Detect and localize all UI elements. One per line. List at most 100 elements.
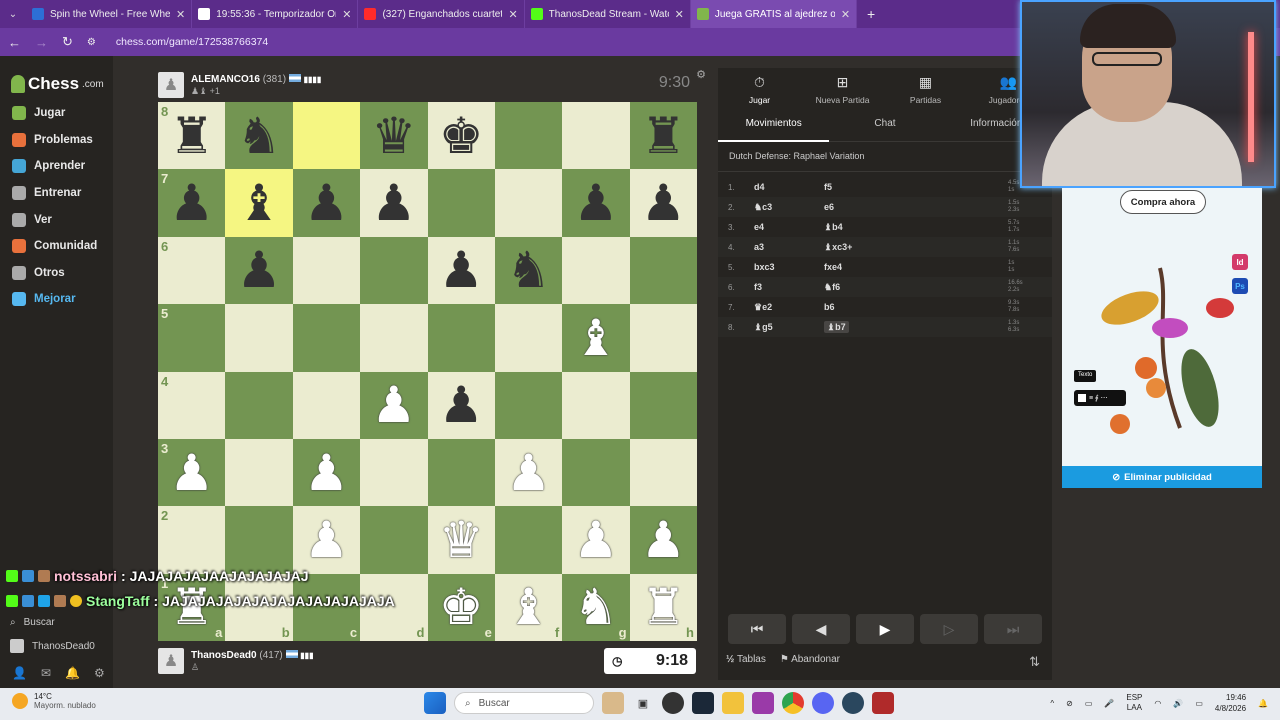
white-bishop-piece[interactable]: ♝ <box>574 313 619 363</box>
url-text[interactable]: chess.com/game/172538766374 <box>116 36 268 48</box>
square-e3[interactable] <box>427 438 495 507</box>
friends-icon[interactable]: 👤 <box>12 666 27 680</box>
sidebar-item-mejorar[interactable]: Mejorar <box>0 286 113 313</box>
browser-tab[interactable]: Juega GRATIS al ajedrez on ✕ <box>690 0 858 28</box>
tab-nueva-partida[interactable]: ⊞ Nueva Partida <box>801 68 884 110</box>
square-h4[interactable] <box>629 371 697 439</box>
battery-icon[interactable]: ▭ <box>1195 699 1203 708</box>
clock[interactable]: 19:46 4/8/2026 <box>1215 692 1246 714</box>
white-rook-piece[interactable]: ♜ <box>641 582 686 632</box>
white-knight-piece[interactable]: ♞ <box>574 582 619 632</box>
white-pawn-piece[interactable]: ♟ <box>506 448 551 498</box>
square-f8[interactable] <box>494 102 563 170</box>
close-tab-icon[interactable]: ✕ <box>508 8 517 21</box>
square-g2[interactable]: ♟ <box>562 506 630 574</box>
new-tab-button[interactable]: + <box>857 6 885 22</box>
square-h2[interactable]: ♟ <box>629 506 697 574</box>
black-queen-piece[interactable]: ♛ <box>371 111 416 161</box>
square-e6[interactable]: ♟ <box>427 236 495 305</box>
black-pawn-piece[interactable]: ♟ <box>439 245 484 295</box>
square-c8[interactable] <box>292 102 361 170</box>
black-pawn-piece[interactable]: ♟ <box>371 178 416 228</box>
chess-board[interactable]: 8 ♜ ♞ ♛ ♚ ♜ 7 ♟ ♝ ♟ ♟ ♟ ♟ 6 ♟ ♟ ♞ 5 ♝ 4 ♟ ♟ 3 ♟ ♟ ♟ 2 ♟ ♛ ♟ ♟ 1 a ♜ b c d e ♚ f… <box>158 102 697 641</box>
settings-icon[interactable]: ⚙ <box>94 666 105 680</box>
chrome-icon[interactable] <box>782 692 804 714</box>
subtab-chat[interactable]: Chat <box>829 110 940 142</box>
tab-partidas[interactable]: ▦ Partidas <box>884 68 967 110</box>
white-pawn-piece[interactable]: ♟ <box>304 448 349 498</box>
flip-board-icon[interactable]: ⇅ <box>1029 654 1040 670</box>
square-b3[interactable] <box>225 438 293 507</box>
square-a8[interactable]: 8 ♜ <box>158 102 226 170</box>
square-e1[interactable]: e ♚ <box>427 573 495 641</box>
sidebar-item-otros[interactable]: Otros <box>0 260 113 287</box>
square-h8[interactable]: ♜ <box>629 102 697 170</box>
white-move[interactable]: e4 <box>754 222 824 232</box>
square-d7[interactable]: ♟ <box>360 169 428 237</box>
sidebar-user[interactable]: ThanosDead0 <box>0 634 113 658</box>
square-e5[interactable] <box>427 304 495 372</box>
square-c4[interactable] <box>292 371 361 439</box>
bottom-player-name[interactable]: ThanosDead0 <box>191 650 257 661</box>
stream-app-icon[interactable] <box>752 692 774 714</box>
black-pawn-piece[interactable]: ♟ <box>439 380 484 430</box>
obs-icon[interactable] <box>662 692 684 714</box>
monitor-icon[interactable]: ▭ <box>1085 699 1093 708</box>
square-f3[interactable]: ♟ <box>494 438 563 507</box>
black-pawn-piece[interactable]: ♟ <box>304 178 349 228</box>
mail-icon[interactable]: ✉ <box>41 666 51 680</box>
white-bishop-piece[interactable]: ♝ <box>506 582 551 632</box>
square-d2[interactable] <box>360 506 428 574</box>
wifi-icon[interactable]: ◠ <box>1154 699 1161 708</box>
square-g7[interactable]: ♟ <box>562 169 630 237</box>
language-indicator[interactable]: ESP LAA <box>1126 693 1142 713</box>
browser-tab[interactable]: ThanosDead Stream - Watch Li ✕ <box>525 0 691 28</box>
sidebar-item-problemas[interactable]: Problemas <box>0 127 113 154</box>
square-a7[interactable]: 7 ♟ <box>158 169 226 237</box>
sidebar-item-jugar[interactable]: Jugar <box>0 100 113 127</box>
back-icon[interactable]: ← <box>8 35 21 50</box>
black-king-piece[interactable]: ♚ <box>439 111 484 161</box>
buy-now-button[interactable]: Compra ahora <box>1120 190 1206 214</box>
square-e8[interactable]: ♚ <box>427 102 495 170</box>
microphone-icon[interactable]: 🎤 <box>1104 699 1114 708</box>
bell-icon[interactable]: 🔔 <box>65 666 80 680</box>
black-move[interactable]: ♞f6 <box>824 282 1008 293</box>
sidebar-item-comunidad[interactable]: Comunidad <box>0 233 113 260</box>
play-button[interactable]: ▶ <box>856 614 914 644</box>
sidebar-item-entrenar[interactable]: Entrenar <box>0 180 113 207</box>
white-queen-piece[interactable]: ♛ <box>439 515 484 565</box>
file-explorer-icon[interactable] <box>722 692 744 714</box>
widgets-icon[interactable] <box>602 692 624 714</box>
square-b4[interactable] <box>225 371 293 439</box>
black-move[interactable]: ♝b7 <box>824 320 1008 333</box>
square-h5[interactable] <box>629 304 697 372</box>
square-e2[interactable]: ♛ <box>427 506 495 574</box>
black-move[interactable]: e6 <box>824 202 1008 212</box>
black-pawn-piece[interactable]: ♟ <box>169 178 214 228</box>
remove-ads-button[interactable]: ⊘ Eliminar publicidad <box>1062 466 1262 488</box>
square-a5[interactable]: 5 <box>158 304 226 372</box>
tab-jugar[interactable]: ⏱ Jugar <box>718 68 801 110</box>
tab-list-menu-button[interactable]: ⌄ <box>0 0 26 28</box>
white-move[interactable]: bxc3 <box>754 262 824 272</box>
square-d5[interactable] <box>360 304 428 372</box>
taskbar-search[interactable]: ⌕ Buscar <box>454 692 594 714</box>
black-pawn-piece[interactable]: ♟ <box>237 245 282 295</box>
white-pawn-piece[interactable]: ♟ <box>574 515 619 565</box>
sidebar-item-ver[interactable]: Ver <box>0 206 113 233</box>
square-d8[interactable]: ♛ <box>360 102 428 170</box>
square-g3[interactable] <box>562 438 630 507</box>
close-tab-icon[interactable]: ✕ <box>176 8 185 21</box>
black-knight-piece[interactable]: ♞ <box>506 245 551 295</box>
steam-2-icon[interactable] <box>842 692 864 714</box>
close-tab-icon[interactable]: ✕ <box>675 8 684 21</box>
square-b5[interactable] <box>225 304 293 372</box>
square-h6[interactable] <box>629 236 697 305</box>
black-rook-piece[interactable]: ♜ <box>169 111 214 161</box>
square-b2[interactable] <box>225 506 293 574</box>
black-bishop-piece[interactable]: ♝ <box>237 178 282 228</box>
white-pawn-piece[interactable]: ♟ <box>304 515 349 565</box>
square-a6[interactable]: 6 <box>158 236 226 305</box>
square-g8[interactable] <box>562 102 630 170</box>
